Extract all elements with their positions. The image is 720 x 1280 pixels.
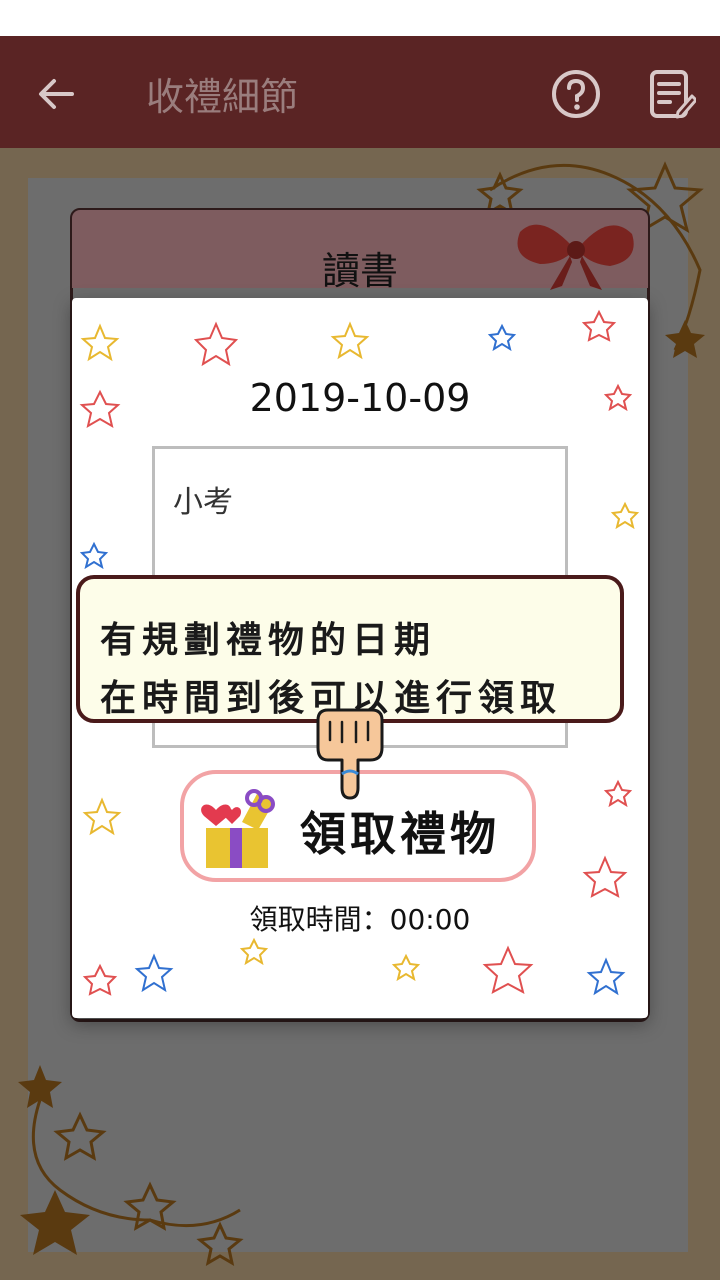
tooltip-line-1: 有規劃禮物的日期: [100, 620, 437, 661]
edit-note-icon[interactable]: [648, 68, 696, 120]
app-bar: 收禮細節: [0, 36, 720, 148]
page-title: 收禮細節: [146, 75, 299, 119]
claim-gift-label: 領取禮物: [300, 807, 500, 861]
arrow-left-icon[interactable]: [34, 72, 78, 116]
gift-date: 2019-10-09: [249, 376, 471, 420]
status-bar: [0, 0, 720, 36]
ribbon-bow-icon: [517, 224, 634, 290]
tutorial-tooltip: 有規劃禮物的日期 在時間到後可以進行領取: [76, 575, 624, 723]
star-decoration-bottom-left-icon: [18, 1065, 244, 1267]
gift-box-icon: [201, 789, 275, 868]
pointing-hand-icon: [316, 708, 384, 800]
help-circle-icon[interactable]: [550, 68, 602, 120]
claim-time: 領取時間：00:00: [249, 903, 471, 936]
gift-note: 小考: [173, 485, 233, 520]
